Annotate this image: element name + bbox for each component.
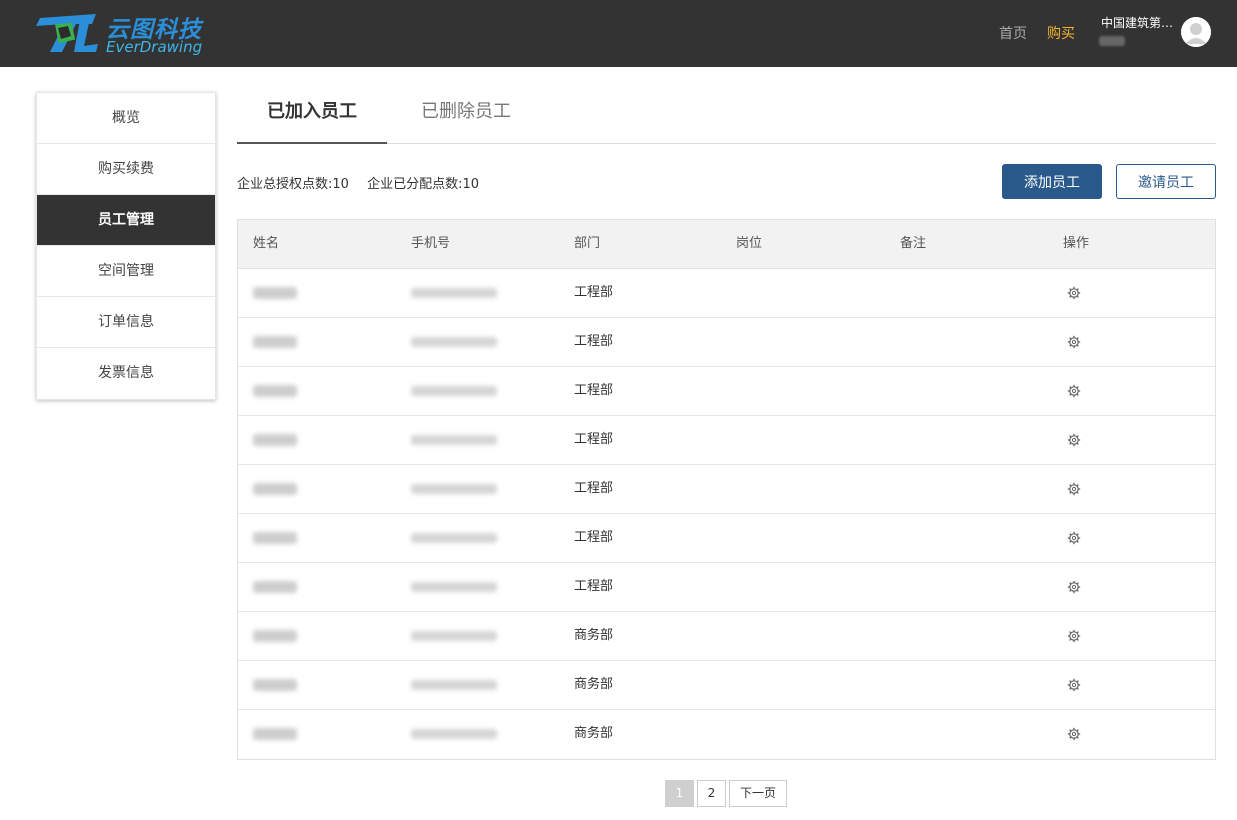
avatar[interactable] xyxy=(1181,17,1211,47)
gear-icon[interactable] xyxy=(1067,433,1081,447)
table-row: 工程部 xyxy=(238,563,1215,612)
staff-name-redacted xyxy=(253,416,297,464)
staff-department: 工程部 xyxy=(574,383,614,398)
staff-name-redacted xyxy=(253,612,297,660)
staff-name-redacted xyxy=(253,563,297,611)
table-row: 商务部 xyxy=(238,612,1215,661)
gear-icon[interactable] xyxy=(1067,286,1081,300)
column-header-phone: 手机号 xyxy=(411,236,451,251)
staff-department: 工程部 xyxy=(574,579,614,594)
staff-phone-redacted xyxy=(411,269,497,317)
staff-department: 商务部 xyxy=(574,628,614,643)
gear-icon[interactable] xyxy=(1067,482,1081,496)
user-company-name[interactable]: 中国建筑第… xyxy=(1101,14,1177,31)
staff-name-redacted xyxy=(253,367,297,415)
table-row: 工程部 xyxy=(238,416,1215,465)
sidebar-item-staff[interactable]: 员工管理 xyxy=(37,195,215,246)
staff-phone-redacted xyxy=(411,563,497,611)
sidebar: 概览 购买续费 员工管理 空间管理 订单信息 发票信息 xyxy=(36,92,216,400)
staff-phone-redacted xyxy=(411,465,497,513)
staff-department: 工程部 xyxy=(574,334,614,349)
logo[interactable]: 云图科技 EverDrawing xyxy=(36,8,216,58)
avatar-icon xyxy=(1181,17,1211,47)
staff-phone-redacted xyxy=(411,416,497,464)
total-auth-points: 企业总授权点数:10 xyxy=(237,177,349,192)
table-row: 工程部 xyxy=(238,367,1215,416)
page-1-button[interactable]: 1 xyxy=(665,780,694,807)
logo-mark-icon xyxy=(36,14,98,52)
staff-department: 工程部 xyxy=(574,481,614,496)
staff-department: 工程部 xyxy=(574,285,614,300)
top-header: 云图科技 EverDrawing 首页 购买 中国建筑第… xyxy=(0,0,1237,67)
logo-english-text: EverDrawing xyxy=(106,38,203,56)
table-row: 工程部 xyxy=(238,269,1215,318)
staff-tabs: 已加入员工 已删除员工 xyxy=(237,92,1216,144)
table-header: 姓名 手机号 部门 岗位 备注 操作 xyxy=(238,220,1215,269)
staff-name-redacted xyxy=(253,318,297,366)
column-header-name: 姓名 xyxy=(253,236,280,251)
sidebar-item-orders[interactable]: 订单信息 xyxy=(37,297,215,348)
gear-icon[interactable] xyxy=(1067,580,1081,594)
staff-name-redacted xyxy=(253,514,297,562)
nav-buy-link[interactable]: 购买 xyxy=(1047,23,1075,43)
staff-phone-redacted xyxy=(411,612,497,660)
staff-phone-redacted xyxy=(411,710,497,758)
add-staff-button[interactable]: 添加员工 xyxy=(1002,164,1102,199)
sidebar-item-invoice[interactable]: 发票信息 xyxy=(37,348,215,399)
table-row: 工程部 xyxy=(238,465,1215,514)
column-header-position: 岗位 xyxy=(736,236,763,251)
staff-name-redacted xyxy=(253,661,297,709)
staff-department: 工程部 xyxy=(574,530,614,545)
user-sub-redacted xyxy=(1099,36,1125,46)
staff-phone-redacted xyxy=(411,661,497,709)
gear-icon[interactable] xyxy=(1067,384,1081,398)
table-row: 工程部 xyxy=(238,318,1215,367)
column-header-actions: 操作 xyxy=(1063,236,1090,251)
staff-phone-redacted xyxy=(411,514,497,562)
sidebar-item-overview[interactable]: 概览 xyxy=(37,93,215,144)
invite-staff-button[interactable]: 邀请员工 xyxy=(1116,164,1216,199)
staff-table: 姓名 手机号 部门 岗位 备注 操作 工程部 工程部 工程部 工程部 工程部 工程部 工程部… xyxy=(237,219,1216,760)
staff-phone-redacted xyxy=(411,318,497,366)
gear-icon[interactable] xyxy=(1067,678,1081,692)
gear-icon[interactable] xyxy=(1067,727,1081,741)
staff-department: 工程部 xyxy=(574,432,614,447)
gear-icon[interactable] xyxy=(1067,629,1081,643)
sidebar-item-space[interactable]: 空间管理 xyxy=(37,246,215,297)
allocated-points: 企业已分配点数:10 xyxy=(367,177,480,192)
gear-icon[interactable] xyxy=(1067,531,1081,545)
tab-deleted-staff[interactable]: 已删除员工 xyxy=(393,92,539,144)
gear-icon[interactable] xyxy=(1067,335,1081,349)
table-row: 商务部 xyxy=(238,710,1215,759)
staff-department: 商务部 xyxy=(574,677,614,692)
staff-name-redacted xyxy=(253,269,297,317)
staff-phone-redacted xyxy=(411,367,497,415)
tab-joined-staff[interactable]: 已加入员工 xyxy=(237,92,387,144)
staff-name-redacted xyxy=(253,710,297,758)
nav-home-link[interactable]: 首页 xyxy=(999,23,1027,43)
staff-name-redacted xyxy=(253,465,297,513)
column-header-department: 部门 xyxy=(574,236,601,251)
column-header-note: 备注 xyxy=(900,236,927,251)
staff-department: 商务部 xyxy=(574,726,614,741)
table-row: 工程部 xyxy=(238,514,1215,563)
next-page-button[interactable]: 下一页 xyxy=(729,780,787,807)
table-row: 商务部 xyxy=(238,661,1215,710)
sidebar-item-purchase[interactable]: 购买续费 xyxy=(37,144,215,195)
license-summary: 企业总授权点数:10 企业已分配点数:10 xyxy=(237,173,479,192)
page-2-button[interactable]: 2 xyxy=(697,780,726,807)
